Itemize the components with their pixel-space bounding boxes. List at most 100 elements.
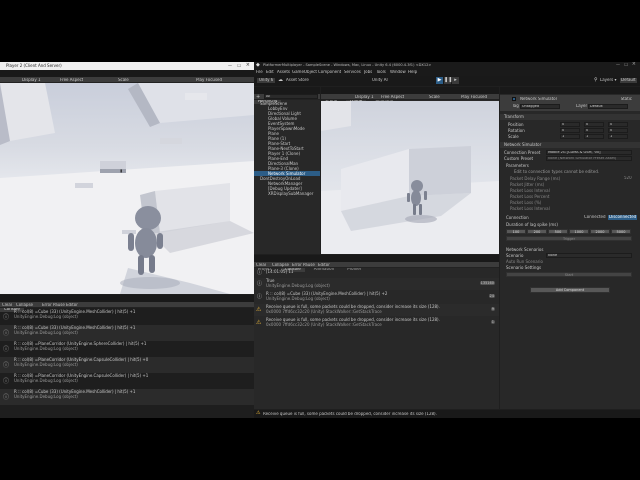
- lag-100-button[interactable]: 100: [506, 229, 526, 234]
- gameobject-name-field[interactable]: Network Simulator: [520, 97, 557, 102]
- static-toggle[interactable]: Static: [621, 97, 632, 102]
- rotation-z[interactable]: 0: [608, 128, 628, 133]
- main-toolbar: Unity 6 ☁ Asset Store Unity AI ▶ ❚❚ ▸ ⚲ …: [254, 76, 640, 86]
- position-z[interactable]: 0: [608, 122, 628, 127]
- game-view[interactable]: [321, 101, 499, 254]
- position-x[interactable]: 0: [560, 122, 580, 127]
- account-button[interactable]: Unity 6: [257, 78, 276, 83]
- display-select[interactable]: Display 1: [355, 95, 374, 100]
- scale-label[interactable]: Scale: [429, 95, 440, 100]
- list-item[interactable]: ⚠ Receive queue is full, some packets cou…: [254, 317, 499, 329]
- maximize-icon[interactable]: ☐: [237, 63, 241, 68]
- layers-select[interactable]: Layers ▾: [600, 78, 617, 83]
- hierarchy-item[interactable]: XRDisplaySubManager: [254, 191, 320, 196]
- log-count-badge: 9: [490, 307, 495, 311]
- maximize-icon[interactable]: ☐: [624, 62, 628, 67]
- start-button[interactable]: Start: [506, 272, 632, 277]
- menu-edit[interactable]: Edit: [266, 70, 274, 75]
- active-checkbox[interactable]: [512, 97, 516, 101]
- menu-services[interactable]: Services: [344, 70, 361, 75]
- list-item[interactable]: ⓘ R :: col(8) =Cube (33) (UnityEngine.Mes…: [0, 325, 254, 341]
- rotation-x[interactable]: 0: [560, 128, 580, 133]
- menu-tools[interactable]: Tools: [376, 70, 386, 75]
- parameters-foldout[interactable]: Parameters: [500, 163, 640, 168]
- list-item[interactable]: ⓘ R :: col(8) =Cube (33) (UnityEngine.Mes…: [0, 309, 254, 325]
- scenario-select[interactable]: None: [546, 253, 632, 258]
- play-button[interactable]: ▶: [436, 77, 443, 84]
- trigger-button[interactable]: Trigger: [506, 236, 632, 241]
- search-icon[interactable]: ⚲: [594, 77, 598, 83]
- play-focused-select[interactable]: Play Focused: [461, 95, 487, 100]
- lag-1000-button[interactable]: 1000: [569, 229, 589, 234]
- connected-button[interactable]: Connected: [584, 215, 606, 220]
- custom-preset-field[interactable]: None (Network Simulator Preset Asset): [546, 156, 632, 161]
- unity-logo-icon: ◆: [256, 62, 260, 68]
- log-count-badge: 135160: [479, 281, 495, 285]
- close-icon[interactable]: ×: [632, 62, 636, 67]
- console-log-list: ⓘ [14:01:05] 11 ⓘ True UnityEngine.Debug:Lo…: [254, 269, 499, 409]
- menu-file[interactable]: File: [256, 70, 263, 75]
- lag-5000-button[interactable]: 5000: [611, 229, 631, 234]
- menu-help[interactable]: Help: [408, 70, 417, 75]
- scale-y[interactable]: 1: [584, 134, 604, 139]
- console-clear-button[interactable]: Clear: [256, 263, 266, 268]
- disconnected-button[interactable]: Disconnected: [608, 215, 638, 220]
- aspect-select[interactable]: Free Aspect: [381, 95, 404, 100]
- asset-store-button[interactable]: Asset Store: [286, 78, 309, 83]
- close-icon[interactable]: ×: [246, 62, 250, 68]
- unity-ai-button[interactable]: Unity AI: [372, 78, 388, 83]
- layout-select[interactable]: Default: [620, 78, 637, 83]
- info-icon: ⓘ: [3, 330, 10, 337]
- connection-preset-select[interactable]: Mobile 2G [CDMA & GSM, '00]: [546, 150, 632, 155]
- inspector-panel: Inspector Multiplayer Play Mode Lighting…: [500, 87, 640, 409]
- minimize-icon[interactable]: —: [228, 63, 232, 68]
- lag-500-button[interactable]: 500: [548, 229, 568, 234]
- info-icon: ⓘ: [3, 346, 10, 353]
- info-icon: ⓘ: [257, 281, 263, 287]
- player2-game-view[interactable]: ▮: [0, 83, 254, 294]
- player2-titlebar[interactable]: Player 2 (Client And Server) — ☐ ×: [0, 62, 254, 70]
- scale-z[interactable]: 1: [608, 134, 628, 139]
- hierarchy-search-input[interactable]: All: [264, 94, 318, 99]
- lag-2000-button[interactable]: 2000: [590, 229, 610, 234]
- position-y[interactable]: 0: [584, 122, 604, 127]
- status-bar[interactable]: ⚠ Receive queue is full, some packets co…: [254, 410, 640, 418]
- add-component-button[interactable]: Add Component: [530, 287, 610, 293]
- warning-icon: ⚠: [256, 306, 262, 313]
- list-item[interactable]: ⓘ R :: col(8) =Cube (33) (UnityEngine.Mes…: [254, 291, 499, 303]
- menu-jobs[interactable]: Jobs: [364, 70, 372, 75]
- scenario-settings-foldout[interactable]: Scenario Settings: [500, 265, 640, 270]
- list-item[interactable]: ⚠ Receive queue is full, some packets cou…: [254, 304, 499, 316]
- list-item[interactable]: ⓘ R :: col(8) =Cube (33) (UnityEngine.Mes…: [0, 389, 254, 405]
- list-item[interactable]: ⓘ R :: col(8) =PlaneCorridor (UnityEngine…: [0, 341, 254, 357]
- layer-select[interactable]: Default: [588, 104, 628, 109]
- info-icon: ⓘ: [257, 270, 263, 276]
- transform-header[interactable]: Transform: [500, 114, 640, 120]
- console-error-pause-button[interactable]: Error Pause: [292, 263, 315, 268]
- network-simulator-header[interactable]: Network Simulator: [500, 142, 640, 148]
- add-icon[interactable]: +: [256, 94, 260, 100]
- step-button[interactable]: ▸: [452, 77, 459, 84]
- rotation-y[interactable]: 0: [584, 128, 604, 133]
- tag-select[interactable]: Untagged: [520, 104, 560, 109]
- menu-window[interactable]: Window: [390, 70, 406, 75]
- menu-component[interactable]: Component: [318, 70, 341, 75]
- console-editor-select[interactable]: Editor: [318, 263, 330, 268]
- minimize-icon[interactable]: —: [616, 62, 620, 67]
- menu-assets[interactable]: Assets: [277, 70, 290, 75]
- menu-bar: File Edit Assets GameObject Component Se…: [254, 69, 640, 76]
- list-item[interactable]: ⓘ R :: col(8) =PlaneCorridor (UnityEngine…: [0, 357, 254, 373]
- console-collapse-button[interactable]: Collapse: [272, 263, 289, 268]
- menu-gameobject[interactable]: GameObject: [292, 70, 317, 75]
- list-item[interactable]: ⓘ True UnityEngine.Debug:Log (object) 13516…: [254, 278, 499, 290]
- hierarchy-panel: Hierarchy + All SampleScene LobbyEnv Dire…: [254, 87, 320, 254]
- lag-200-button[interactable]: 200: [527, 229, 547, 234]
- list-item[interactable]: ⓘ [14:01:05] 11: [254, 269, 499, 276]
- scale-x[interactable]: 1: [560, 134, 580, 139]
- warning-icon: ⚠: [256, 319, 262, 326]
- editor-titlebar[interactable]: ◆ PlatformerMultiplayer - SampleScene - …: [254, 62, 640, 69]
- list-item[interactable]: ⓘ R :: col(8) =PlaneCorridor (UnityEngine…: [0, 373, 254, 389]
- cloud-icon[interactable]: ☁: [278, 77, 283, 83]
- log-count-badge: 24: [488, 294, 495, 298]
- pause-button[interactable]: ❚❚: [444, 77, 452, 84]
